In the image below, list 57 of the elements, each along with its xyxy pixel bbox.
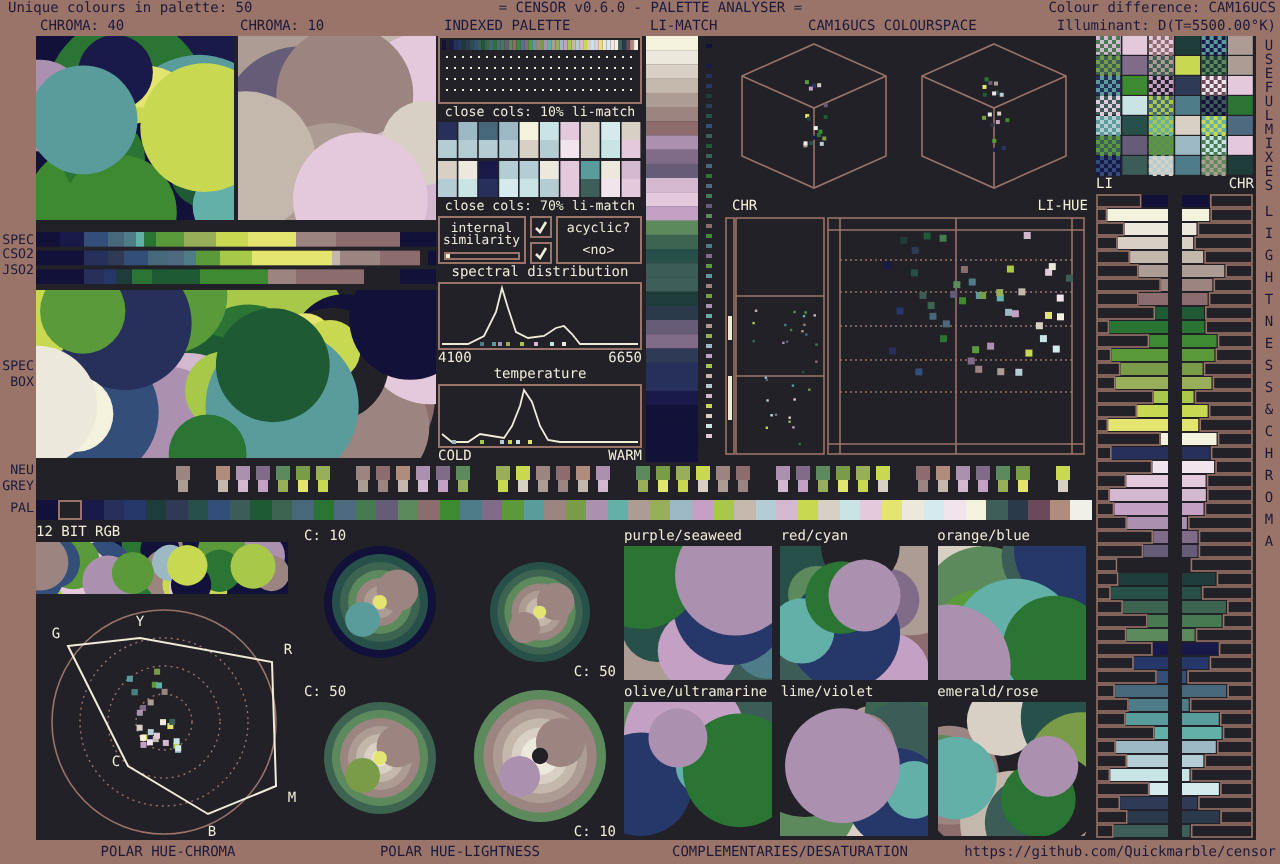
palette-swatch[interactable] [397, 500, 419, 520]
palette-swatch[interactable] [628, 500, 650, 520]
palette-swatch[interactable] [755, 500, 777, 520]
palette-swatch[interactable] [670, 500, 692, 520]
palette-swatch[interactable] [923, 500, 945, 520]
hue-lightness-wheel-drawing [488, 560, 592, 664]
palette-swatch[interactable] [376, 500, 398, 520]
palette-swatch[interactable] [36, 500, 58, 520]
checkbox[interactable] [529, 242, 551, 264]
palette-swatch[interactable] [1007, 500, 1029, 520]
palette-swatch[interactable] [881, 500, 903, 520]
palette-swatch[interactable] [1049, 500, 1071, 520]
palette-swatch[interactable] [713, 500, 735, 520]
palette-swatch[interactable] [649, 500, 671, 520]
palette-swatch[interactable] [145, 500, 167, 520]
palette-swatch[interactable] [544, 500, 566, 520]
palette-swatch[interactable] [103, 500, 125, 520]
palette-swatch[interactable] [418, 500, 440, 520]
palette-swatch[interactable] [82, 500, 104, 520]
palette-swatch[interactable] [187, 500, 209, 520]
palette-swatch[interactable] [965, 500, 987, 520]
checkbox[interactable] [529, 216, 551, 238]
palette-swatch[interactable] [271, 500, 293, 520]
palette-swatch[interactable] [355, 500, 377, 520]
hue-lightness-wheel-drawing [472, 688, 608, 824]
palette-swatch[interactable] [944, 500, 966, 520]
palette-swatch[interactable] [860, 500, 882, 520]
palette-swatch[interactable] [502, 500, 524, 520]
palette-swatch[interactable] [607, 500, 629, 520]
similarity-slider[interactable] [444, 251, 519, 259]
palette-swatch[interactable] [1028, 500, 1050, 520]
hue-lightness-wheel-drawing [322, 700, 438, 816]
palette-swatch[interactable] [229, 500, 251, 520]
palette-swatch[interactable] [902, 500, 924, 520]
palette-swatch[interactable] [57, 500, 83, 520]
palette-swatch[interactable] [460, 500, 482, 520]
hue-lightness-wheel-drawing [322, 544, 438, 660]
palette-swatch[interactable] [334, 500, 356, 520]
palette-swatch[interactable] [986, 500, 1008, 520]
palette-swatch[interactable] [691, 500, 713, 520]
palette-swatch[interactable] [292, 500, 314, 520]
palette-swatch[interactable] [166, 500, 188, 520]
palette-swatch[interactable] [481, 500, 503, 520]
palette-swatch[interactable] [565, 500, 587, 520]
palette-swatch[interactable] [313, 500, 335, 520]
palette-swatch[interactable] [439, 500, 461, 520]
palette-swatch[interactable] [1070, 500, 1092, 520]
palette-swatch[interactable] [734, 500, 756, 520]
palette-swatch[interactable] [250, 500, 272, 520]
palette-swatch[interactable] [839, 500, 861, 520]
palette-swatch[interactable] [818, 500, 840, 520]
palette-swatch[interactable] [124, 500, 146, 520]
palette-swatch[interactable] [523, 500, 545, 520]
palette-swatch[interactable] [586, 500, 608, 520]
palette-swatch[interactable] [797, 500, 819, 520]
palette-swatch[interactable] [776, 500, 798, 520]
palette-swatch[interactable] [208, 500, 230, 520]
